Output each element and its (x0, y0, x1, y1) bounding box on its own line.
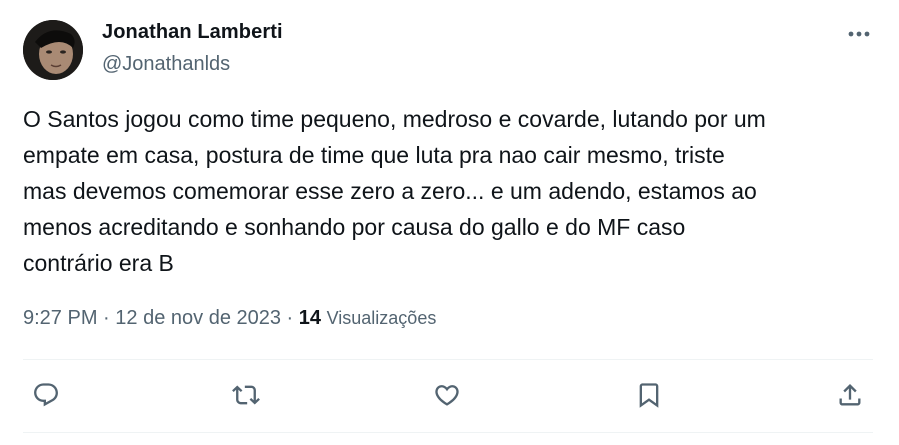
tweet-text-line: contrário era B (23, 250, 174, 276)
reply-button[interactable] (29, 378, 63, 412)
tweet-card: Jonathan Lamberti @Jonathanlds O Santos … (0, 0, 899, 445)
tweet-time[interactable]: 9:27 PM (23, 307, 97, 329)
bookmark-icon (639, 383, 659, 408)
tweet-meta: 9:27 PM · 12 de nov de 2023 · 14 Visuali… (23, 307, 436, 330)
tweet-text-line: empate em casa, postura de time que luta… (23, 142, 725, 168)
like-button[interactable] (430, 378, 464, 412)
more-options-button[interactable] (843, 22, 875, 46)
reply-icon (34, 383, 58, 407)
author-name[interactable]: Jonathan Lamberti (102, 21, 283, 44)
tweet-text-line: O Santos jogou como time pequeno, medros… (23, 106, 766, 132)
meta-separator: · (286, 307, 294, 329)
more-horizontal-icon (848, 31, 870, 37)
tweet-text: O Santos jogou como time pequeno, medros… (23, 101, 883, 281)
views-label: Visualizações (326, 308, 437, 328)
share-icon (839, 384, 861, 406)
retweet-icon (232, 385, 260, 405)
divider (23, 432, 873, 433)
author-handle[interactable]: @Jonathanlds (102, 53, 230, 76)
heart-icon (435, 385, 459, 406)
meta-separator: · (103, 307, 110, 329)
tweet-text-line: menos acreditando e sonhando por causa d… (23, 214, 686, 240)
tweet-text-line: mas devemos comemorar esse zero a zero..… (23, 178, 757, 204)
divider (23, 359, 873, 360)
views-count: 14 (298, 307, 322, 329)
avatar[interactable] (23, 20, 83, 80)
action-bar (0, 370, 899, 420)
tweet-date[interactable]: 12 de nov de 2023 (115, 307, 281, 329)
retweet-button[interactable] (229, 378, 263, 412)
share-button[interactable] (833, 378, 867, 412)
bookmark-button[interactable] (632, 378, 666, 412)
